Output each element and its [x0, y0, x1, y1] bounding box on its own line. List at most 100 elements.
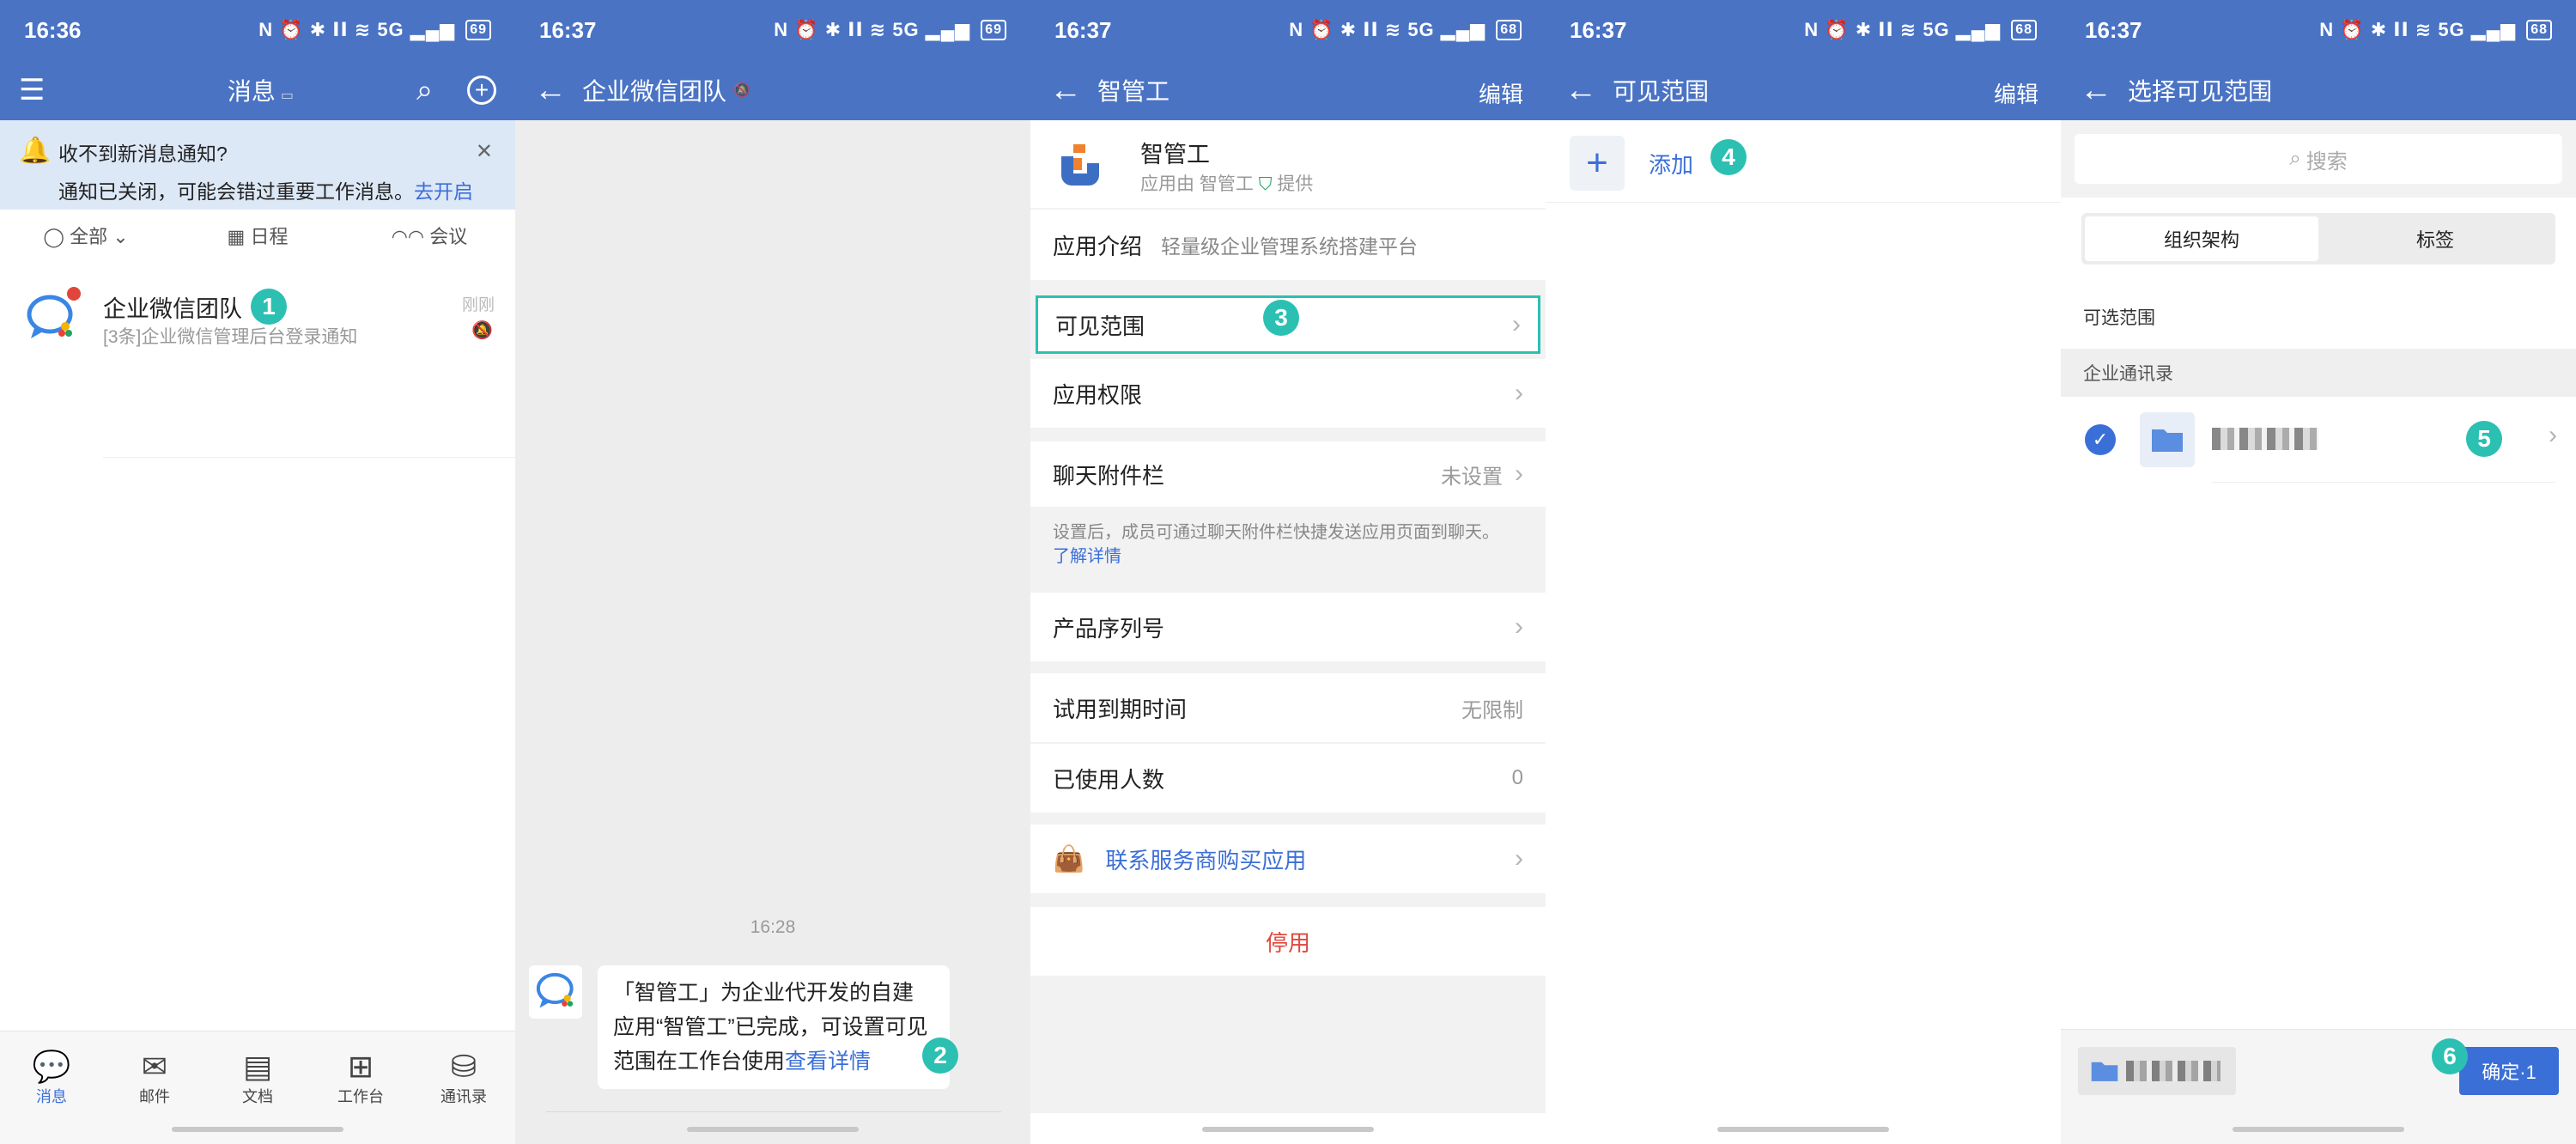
header: 16:37 N ⏰ ✱ ⅠⅠ ≋ 5G ▂▄▆ 68 ← 智管工 编辑 [1030, 0, 1546, 120]
trial-value: 无限制 [1461, 698, 1523, 722]
edit-button[interactable]: 编辑 [1994, 77, 2038, 109]
add-icon[interactable]: + [467, 76, 496, 105]
status-icons: N ⏰ ✱ ⅠⅠ ≋ 5G ▂▄▆ 69 [774, 19, 1006, 41]
message-time: 16:28 [750, 917, 796, 937]
header: 16:36 N ⏰ ✱ ⅠⅠ ≋ 5G ▂▄▆ 69 ☰ 消息 ▭ ⌕ + [0, 0, 515, 120]
mute-icon: 🔕 [471, 321, 493, 340]
bell-icon: 🔔 [19, 137, 52, 165]
confirm-button[interactable]: 确定·1 [2459, 1047, 2559, 1095]
contact-vendor-label: 联系服务商购买应用 [1105, 847, 1307, 873]
chat-name: 企业微信团队 [103, 295, 242, 322]
permission-row[interactable]: 应用权限 › [1030, 359, 1546, 428]
add-row[interactable]: + 添加 4 [1546, 120, 2061, 203]
filter-meeting[interactable]: ◠◠ 会议 [343, 222, 515, 261]
chevron-right-icon: › [1515, 612, 1523, 641]
chat-bubble-icon: ◯ [43, 226, 70, 247]
serial-label: 产品序列号 [1053, 615, 1165, 642]
filter-all[interactable]: ◯ 全部 ⌄ [0, 222, 172, 261]
selected-chip[interactable] [2078, 1047, 2236, 1095]
unread-dot [67, 287, 81, 301]
step-badge-3: 3 [1263, 300, 1299, 336]
status-icons: N ⏰ ✱ ⅠⅠ ≋ 5G ▂▄▆ 69 [258, 19, 491, 41]
visible-range-row[interactable]: 可见范围 › 3 [1036, 295, 1540, 354]
checked-icon[interactable]: ✓ [2085, 424, 2116, 455]
close-icon[interactable]: ✕ [476, 139, 493, 164]
segmented-control: 组织架构 标签 [2081, 213, 2555, 265]
chat-list-item[interactable]: 企业微信团队 1 [3条]企业微信管理后台登录通知 刚刚 🔕 [0, 273, 515, 376]
attach-note: 设置后，成员可通过聊天附件栏快捷发送应用页面到聊天。 了解详情 [1053, 520, 1534, 569]
tab-messages[interactable]: 💬 消息 [0, 1031, 103, 1144]
filter-schedule[interactable]: ▦ 日程 [172, 222, 343, 261]
message-icon: 💬 [32, 1049, 71, 1084]
trial-label: 试用到期时间 [1053, 696, 1188, 722]
segment-org[interactable]: 组织架构 [2085, 216, 2318, 261]
page-title: 企业微信团队 [582, 78, 727, 105]
status-icons: N ⏰ ✱ ⅠⅠ ≋ 5G ▂▄▆ 68 [2319, 19, 2552, 41]
back-arrow-icon[interactable]: ← [534, 74, 572, 106]
back-arrow-icon[interactable]: ← [1049, 74, 1087, 106]
contacts-icon: ⛁ [450, 1049, 477, 1084]
intro-text: 轻量级企业管理系统搭建平台 [1161, 235, 1419, 258]
notification-banner[interactable]: 🔔 收不到新消息通知? 通知已关闭，可能会错过重要工作消息。去开启 ✕ [0, 120, 515, 210]
trial-row: 试用到期时间 无限制 [1030, 673, 1546, 742]
app-provider-suffix: 提供 [1277, 174, 1314, 194]
attach-note-text: 设置后，成员可通过聊天附件栏快捷发送应用页面到聊天。 [1053, 523, 1499, 542]
back-arrow-icon[interactable]: ← [1564, 74, 1602, 106]
divider [2212, 482, 2555, 483]
step-badge-1: 1 [251, 289, 287, 325]
search-input[interactable]: ⌕ 搜索 [2075, 134, 2562, 184]
status-icons: N ⏰ ✱ ⅠⅠ ≋ 5G ▂▄▆ 68 [1289, 19, 1522, 41]
serial-row[interactable]: 产品序列号 › [1030, 593, 1546, 661]
attach-label: 聊天附件栏 [1053, 462, 1165, 489]
mail-icon: ✉ [141, 1049, 168, 1084]
input-divider [546, 1111, 1001, 1112]
step-badge-4: 4 [1710, 139, 1747, 175]
battery-icon: 69 [981, 20, 1006, 40]
add-icon: + [1570, 136, 1625, 191]
chevron-right-icon: › [1515, 379, 1523, 407]
status-icons: N ⏰ ✱ ⅠⅠ ≋ 5G ▂▄▆ 68 [1804, 19, 2037, 41]
notice-link[interactable]: 去开启 [414, 180, 473, 203]
back-arrow-icon[interactable]: ← [2080, 74, 2117, 106]
gesture-bar [1202, 1127, 1374, 1132]
segment-tags[interactable]: 标签 [2318, 216, 2552, 261]
screen-chat: 16:37 N ⏰ ✱ ⅠⅠ ≋ 5G ▂▄▆ 69 ← 企业微信团队 🔕 16:… [515, 0, 1030, 1144]
screen-app-detail: 16:37 N ⏰ ✱ ⅠⅠ ≋ 5G ▂▄▆ 68 ← 智管工 编辑 智管工 应… [1030, 0, 1546, 1144]
status-bar: 16:36 N ⏰ ✱ ⅠⅠ ≋ 5G ▂▄▆ 69 [0, 0, 515, 60]
used-value: 0 [1511, 766, 1523, 789]
search-icon: ⌕ [2289, 147, 2301, 170]
search-icon[interactable]: ⌕ [416, 74, 433, 107]
org-list-item[interactable]: ✓ 5 › [2061, 397, 2576, 483]
disable-button[interactable]: 停用 [1030, 907, 1546, 976]
status-bar: 16:37 N ⏰ ✱ ⅠⅠ ≋ 5G ▂▄▆ 68 [2061, 0, 2576, 60]
pc-icon: ▭ [280, 88, 295, 103]
section-title: 企业通讯录 [2083, 364, 2173, 384]
tab-contacts[interactable]: ⛁ 通讯录 [412, 1031, 515, 1144]
confirm-label: 确定·1 [2482, 1062, 2537, 1083]
notice-body: 通知已关闭，可能会错过重要工作消息。 [58, 180, 414, 203]
message-bubble[interactable]: 「智管工」为企业代开发的自建应用“智管工”已完成，可设置可见范围在工作台使用查看… [598, 965, 958, 1089]
chevron-right-icon: › [1512, 310, 1521, 338]
learn-more-link[interactable]: 了解详情 [1053, 547, 1121, 566]
gesture-bar [687, 1127, 859, 1132]
chevron-right-icon: › [1515, 459, 1523, 488]
step-badge-2: 2 [922, 1038, 958, 1074]
redacted-name [2212, 428, 2318, 450]
app-name: 智管工 [1140, 142, 1210, 167]
view-details-link[interactable]: 查看详情 [785, 1050, 871, 1074]
notice-title: 收不到新消息通知? [58, 143, 228, 165]
battery-icon: 68 [1496, 20, 1522, 40]
avatar [24, 287, 81, 345]
battery-icon: 69 [465, 20, 491, 40]
intro-row: 应用介绍 轻量级企业管理系统搭建平台 [1030, 210, 1546, 280]
used-label: 已使用人数 [1053, 766, 1165, 793]
app-header: 智管工 应用由 智管工 ⛉ 提供 [1030, 120, 1546, 208]
app-provider: 应用由 智管工 [1140, 174, 1254, 194]
attach-row[interactable]: 聊天附件栏 未设置 › [1030, 441, 1546, 507]
edit-button[interactable]: 编辑 [1479, 77, 1523, 109]
gesture-bar [172, 1127, 343, 1132]
screen-visible-range: 16:37 N ⏰ ✱ ⅠⅠ ≋ 5G ▂▄▆ 68 ← 可见范围 编辑 + 添加… [1546, 0, 2061, 1144]
menu-icon[interactable]: ☰ [19, 73, 70, 107]
divider [103, 457, 515, 458]
contact-vendor-row[interactable]: 👜 联系服务商购买应用 › [1030, 825, 1546, 893]
